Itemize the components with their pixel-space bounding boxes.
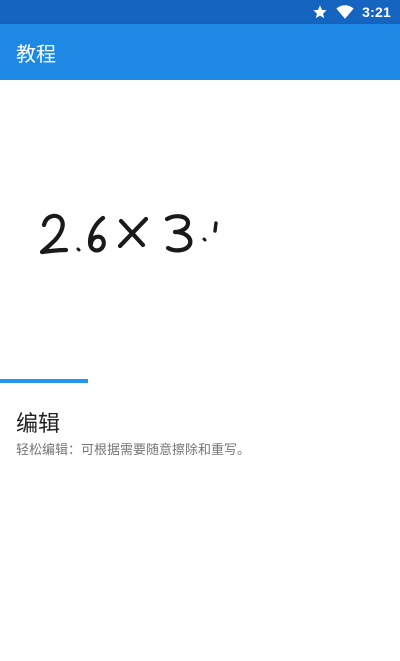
status-bar: 3:21 xyxy=(0,0,400,24)
section-title: 编辑 xyxy=(16,412,61,437)
section-description: 轻松编辑：可根据需要随意擦除和重写。 xyxy=(16,443,251,458)
star-icon xyxy=(312,4,328,20)
handwriting-strokes xyxy=(39,213,218,255)
tutorial-screen: 3:21 教程 编辑 轻松编辑：可根据需要随意擦除和重写。 xyxy=(0,0,400,661)
tutorial-progress-fill xyxy=(0,379,88,383)
page-title: 教程 xyxy=(16,41,56,66)
app-bar: 教程 xyxy=(0,24,400,80)
tutorial-progress-bar xyxy=(0,379,400,383)
wifi-icon xyxy=(336,4,354,20)
status-time: 3:21 xyxy=(362,4,391,20)
handwriting-canvas[interactable] xyxy=(0,80,400,380)
